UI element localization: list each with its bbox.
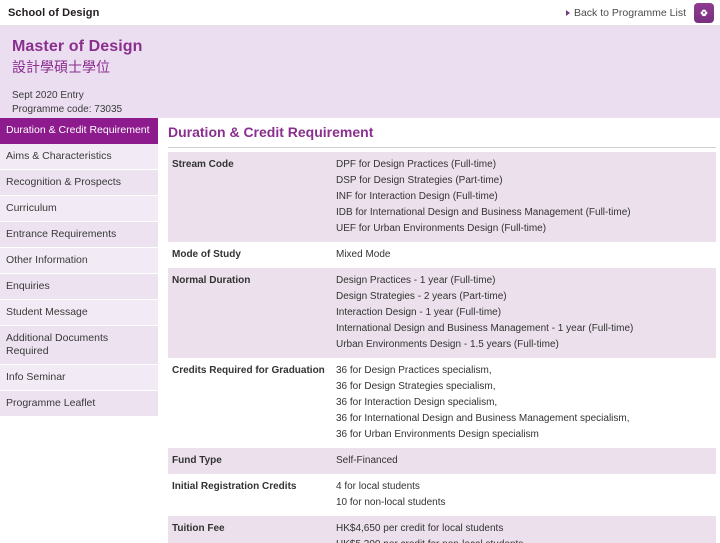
row-label: Stream Code	[168, 152, 332, 242]
value-line: 36 for Urban Environments Design special…	[336, 429, 539, 440]
row-label: Normal Duration	[168, 268, 332, 358]
row-value: 36 for Design Practices specialism, 36 fo…	[332, 358, 716, 448]
row-label: Initial Registration Credits	[168, 474, 332, 516]
value-line: 36 for Design Strategies specialism,	[336, 381, 496, 392]
value-line: 36 for Design Practices specialism,	[336, 365, 492, 376]
table-row: Normal Duration Design Practices - 1 year…	[168, 268, 716, 358]
programme-banner: Master of Design 設計學碩士學位 Sept 2020 Entry…	[0, 26, 720, 118]
sidebar-item-curriculum[interactable]: Curriculum	[0, 196, 158, 222]
value-line: 10 for non-local students	[336, 497, 446, 508]
sidebar-item-aims-characteristics[interactable]: Aims & Characteristics	[0, 144, 158, 170]
value-line: International Design and Business Manage…	[336, 323, 634, 334]
value-line: IDB for International Design and Busines…	[336, 207, 631, 218]
table-row: Tuition Fee HK$4,650 per credit for local…	[168, 516, 716, 543]
value-line: HK$5,300 per credit for non-local studen…	[336, 537, 712, 543]
value-line: Interaction Design - 1 year (Full-time)	[336, 307, 502, 318]
programme-entry: Sept 2020 Entry	[12, 90, 84, 101]
value-line: Urban Environments Design - 1.5 years (F…	[336, 339, 559, 350]
value-line: DPF for Design Practices (Full-time)	[336, 159, 497, 170]
info-table: Stream Code DPF for Design Practices (Ful…	[168, 152, 716, 543]
table-row: Fund Type Self-Financed	[168, 448, 716, 474]
row-value: HK$4,650 per credit for local students HK…	[332, 516, 716, 543]
sidebar-item-additional-documents-required[interactable]: Additional Documents Required	[0, 326, 158, 365]
row-value: 4 for local students 10 for non-local stu…	[332, 474, 716, 516]
programme-code: Programme code: 73035	[12, 104, 123, 115]
value-line: HK$4,650 per credit for local students	[336, 523, 504, 534]
sidebar-item-info-seminar[interactable]: Info Seminar	[0, 365, 158, 391]
school-name: School of Design	[8, 6, 100, 19]
value-line: Design Strategies - 2 years (Part-time)	[336, 291, 507, 302]
row-value: Mixed Mode	[332, 242, 716, 268]
row-value: Design Practices - 1 year (Full-time) Des…	[332, 268, 716, 358]
programme-title-zh: 設計學碩士學位	[12, 60, 110, 76]
value-line: INF for Interaction Design (Full-time)	[336, 191, 498, 202]
page-title: Duration & Credit Requirement	[168, 118, 716, 148]
value-line: 4 for local students	[336, 481, 420, 492]
content-area: Duration & Credit Requirement Aims & Char…	[0, 118, 720, 543]
row-label: Credits Required for Graduation	[168, 358, 332, 448]
value-line: Mixed Mode	[336, 249, 391, 260]
sidebar-item-enquiries[interactable]: Enquiries	[0, 274, 158, 300]
value-line: DSP for Design Strategies (Part-time)	[336, 175, 503, 186]
sidebar-item-student-message[interactable]: Student Message	[0, 300, 158, 326]
row-value: DPF for Design Practices (Full-time) DSP …	[332, 152, 716, 242]
row-label: Tuition Fee	[168, 516, 332, 543]
value-line: Design Practices - 1 year (Full-time)	[336, 275, 496, 286]
print-button[interactable]	[694, 3, 714, 23]
value-line: 36 for International Design and Business…	[336, 413, 630, 424]
table-row: Mode of Study Mixed Mode	[168, 242, 716, 268]
sidebar-item-other-information[interactable]: Other Information	[0, 248, 158, 274]
value-line: Self-Financed	[336, 455, 398, 466]
table-row: Stream Code DPF for Design Practices (Ful…	[168, 152, 716, 242]
programme-title-en: Master of Design	[12, 38, 143, 55]
main-panel: Duration & Credit Requirement Stream Cod…	[158, 118, 720, 543]
row-label: Fund Type	[168, 448, 332, 474]
sidebar-item-duration-credit-requirement[interactable]: Duration & Credit Requirement	[0, 118, 158, 144]
sidebar-item-programme-leaflet[interactable]: Programme Leaflet	[0, 391, 158, 417]
topbar-actions: Back to Programme List	[565, 0, 714, 26]
back-link-label: Back to Programme List	[573, 7, 686, 19]
table-row: Credits Required for Graduation 36 for De…	[168, 358, 716, 448]
back-to-programme-list-link[interactable]: Back to Programme List	[565, 7, 686, 19]
sidebar-nav: Duration & Credit Requirement Aims & Char…	[0, 118, 158, 417]
value-line: 36 for Interaction Design specialism,	[336, 397, 498, 408]
row-value: Self-Financed	[332, 448, 716, 474]
printer-icon	[700, 9, 708, 17]
sidebar-item-recognition-prospects[interactable]: Recognition & Prospects	[0, 170, 158, 196]
row-label: Mode of Study	[168, 242, 332, 268]
top-bar: School of Design Back to Programme List	[0, 0, 720, 26]
value-line: UEF for Urban Environments Design (Full-…	[336, 223, 547, 234]
sidebar-item-entrance-requirements[interactable]: Entrance Requirements	[0, 222, 158, 248]
table-row: Initial Registration Credits 4 for local …	[168, 474, 716, 516]
triangle-right-icon	[565, 10, 570, 16]
